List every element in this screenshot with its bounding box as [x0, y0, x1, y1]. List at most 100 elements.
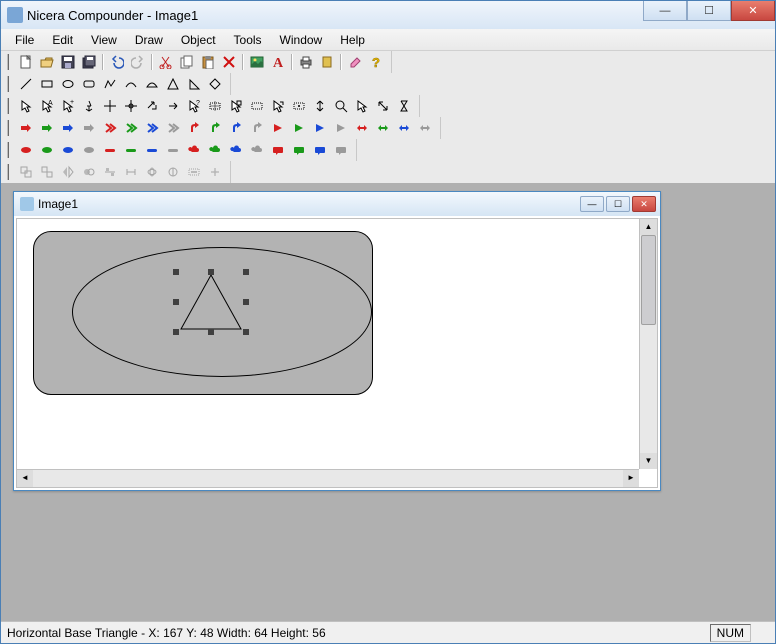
grid-split-icon[interactable]: [184, 163, 204, 181]
horizontal-scrollbar[interactable]: ◄ ►: [17, 469, 639, 487]
arrow-0-icon[interactable]: [16, 119, 36, 137]
callout-5-icon[interactable]: [121, 141, 141, 159]
picture-icon[interactable]: [247, 53, 267, 71]
arrow-3-icon[interactable]: [79, 119, 99, 137]
close-button[interactable]: ✕: [731, 1, 775, 21]
arrow-14-icon[interactable]: [310, 119, 330, 137]
menu-edit[interactable]: Edit: [44, 31, 81, 49]
callout-8-icon[interactable]: [184, 141, 204, 159]
save-all-icon[interactable]: [79, 53, 99, 71]
connect-icon[interactable]: [163, 97, 183, 115]
callout-12-icon[interactable]: [268, 141, 288, 159]
new-icon[interactable]: [16, 53, 36, 71]
tool-polyline-icon[interactable]: [100, 75, 120, 93]
callout-13-icon[interactable]: [289, 141, 309, 159]
arrow-11-icon[interactable]: [247, 119, 267, 137]
callout-3-icon[interactable]: [79, 141, 99, 159]
sel-handle-ne[interactable]: [243, 269, 249, 275]
tool-rect-icon[interactable]: [37, 75, 57, 93]
child-maximize-button[interactable]: ☐: [606, 196, 630, 212]
pointer-select-icon[interactable]: [352, 97, 372, 115]
rotate-icon[interactable]: [317, 53, 337, 71]
arrow-19-icon[interactable]: [415, 119, 435, 137]
scroll-up-icon[interactable]: ▲: [640, 219, 657, 235]
select-box-1-icon[interactable]: [205, 97, 225, 115]
resize-updown-icon[interactable]: [310, 97, 330, 115]
arrow-7-icon[interactable]: [163, 119, 183, 137]
callout-14-icon[interactable]: [310, 141, 330, 159]
scroll-thumb-v[interactable]: [641, 235, 656, 325]
arrow-6-icon[interactable]: [142, 119, 162, 137]
flip-v-icon[interactable]: [79, 163, 99, 181]
save-icon[interactable]: [58, 53, 78, 71]
callout-2-icon[interactable]: [58, 141, 78, 159]
callout-1-icon[interactable]: [37, 141, 57, 159]
zoom-in-icon[interactable]: [331, 97, 351, 115]
child-close-button[interactable]: ✕: [632, 196, 656, 212]
arrow-18-icon[interactable]: [394, 119, 414, 137]
delete-icon[interactable]: [219, 53, 239, 71]
ungroup-icon[interactable]: [37, 163, 57, 181]
arrow-4-icon[interactable]: [100, 119, 120, 137]
resize-corner-icon[interactable]: [373, 97, 393, 115]
main-titlebar[interactable]: Nicera Compounder - Image1 — ☐ ✕: [1, 1, 775, 29]
arrow-2-icon[interactable]: [58, 119, 78, 137]
arrow-17-icon[interactable]: [373, 119, 393, 137]
arrow-13-icon[interactable]: [289, 119, 309, 137]
tool-right-triangle-icon[interactable]: [184, 75, 204, 93]
arrow-15-icon[interactable]: [331, 119, 351, 137]
tool-chord-icon[interactable]: [142, 75, 162, 93]
tool-line-icon[interactable]: [16, 75, 36, 93]
circle-split-icon[interactable]: [163, 163, 183, 181]
arrow-12-icon[interactable]: [268, 119, 288, 137]
crosshair-icon[interactable]: [100, 97, 120, 115]
pointer-help-icon[interactable]: ?: [184, 97, 204, 115]
child-minimize-button[interactable]: —: [580, 196, 604, 212]
edit-point-icon[interactable]: [121, 97, 141, 115]
undo-icon[interactable]: [107, 53, 127, 71]
menu-help[interactable]: Help: [332, 31, 373, 49]
flip-h-icon[interactable]: [58, 163, 78, 181]
snap-icon[interactable]: [205, 163, 225, 181]
callout-11-icon[interactable]: [247, 141, 267, 159]
sel-handle-nw[interactable]: [173, 269, 179, 275]
sel-handle-e[interactable]: [243, 299, 249, 305]
menu-tools[interactable]: Tools: [226, 31, 270, 49]
align-v-icon[interactable]: [121, 163, 141, 181]
callout-7-icon[interactable]: [163, 141, 183, 159]
scroll-left-icon[interactable]: ◄: [17, 470, 33, 487]
distribute-icon[interactable]: [142, 163, 162, 181]
scroll-right-icon[interactable]: ►: [623, 470, 639, 487]
sel-handle-se[interactable]: [243, 329, 249, 335]
child-titlebar[interactable]: Image1 — ☐ ✕: [14, 192, 660, 216]
arrow-9-icon[interactable]: [205, 119, 225, 137]
sel-handle-n[interactable]: [208, 269, 214, 275]
scroll-down-icon[interactable]: ▼: [640, 453, 657, 469]
arrow-10-icon[interactable]: [226, 119, 246, 137]
sel-handle-w[interactable]: [173, 299, 179, 305]
tool-triangle-icon[interactable]: [163, 75, 183, 93]
text-icon[interactable]: A: [268, 53, 288, 71]
menu-draw[interactable]: Draw: [127, 31, 171, 49]
arrow-1-icon[interactable]: [37, 119, 57, 137]
arrow-8-icon[interactable]: [184, 119, 204, 137]
redo-icon[interactable]: [128, 53, 148, 71]
callout-4-icon[interactable]: [100, 141, 120, 159]
copy-icon[interactable]: [177, 53, 197, 71]
sel-handle-sw[interactable]: [173, 329, 179, 335]
text-cursor-icon[interactable]: A: [37, 97, 57, 115]
tool-diamond-icon[interactable]: [205, 75, 225, 93]
tool-arc-icon[interactable]: [121, 75, 141, 93]
eraser-icon[interactable]: [345, 53, 365, 71]
arrow-5-icon[interactable]: [121, 119, 141, 137]
select-box-3-icon[interactable]: [289, 97, 309, 115]
hourglass-icon[interactable]: [394, 97, 414, 115]
callout-15-icon[interactable]: [331, 141, 351, 159]
minimize-button[interactable]: —: [643, 1, 687, 21]
callout-9-icon[interactable]: [205, 141, 225, 159]
canvas[interactable]: [17, 219, 639, 469]
menu-view[interactable]: View: [83, 31, 125, 49]
tool-ellipse-icon[interactable]: [58, 75, 78, 93]
vertical-scrollbar[interactable]: ▲ ▼: [639, 219, 657, 469]
pointer-move-icon[interactable]: [268, 97, 288, 115]
